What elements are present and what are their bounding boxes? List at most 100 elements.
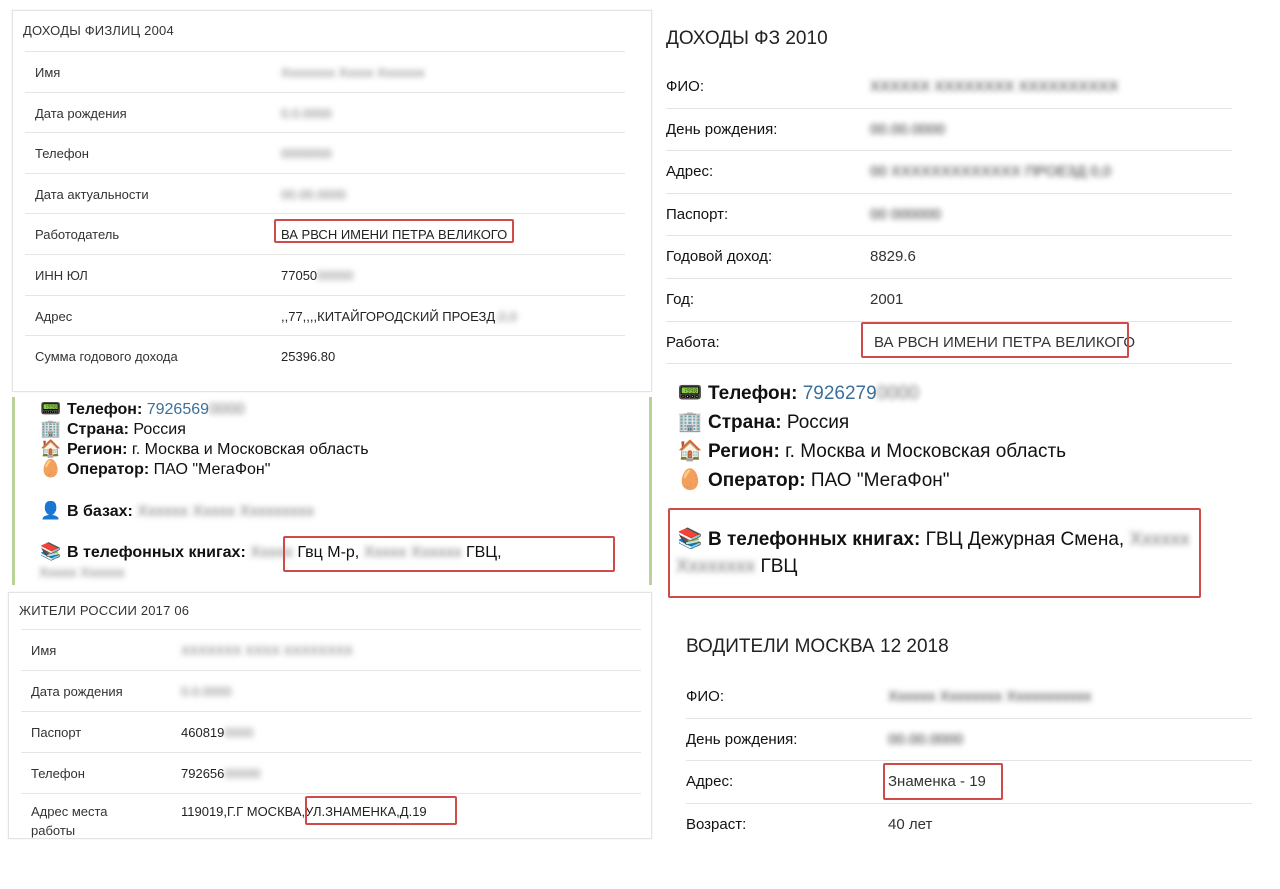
row-label: Работодатель bbox=[35, 227, 120, 243]
table-row: ФИО: Хххххх Хххххххх Ххххххххххх bbox=[686, 676, 1252, 719]
table-row: День рождения: 00.00.0000 bbox=[686, 719, 1252, 761]
work-address-highlight bbox=[305, 796, 457, 825]
redacted-value: 00 000000 bbox=[870, 205, 941, 223]
section-title: ДОХОДЫ ФЗ 2010 bbox=[666, 28, 828, 49]
table-row: Телефон 0000000 bbox=[25, 132, 625, 173]
row-value: 25396.80 bbox=[281, 349, 336, 365]
phonebooks-highlight bbox=[283, 536, 615, 572]
table-row: Годовой доход: 8829.6 bbox=[666, 236, 1232, 279]
panel-title: ДОХОДЫ ФИЗЛИЦ 2004 bbox=[23, 23, 174, 38]
address-highlight bbox=[883, 763, 1003, 800]
table-row: Возраст: 40 лет bbox=[686, 804, 1252, 846]
table-row: Дата рождения 0.0.0000 bbox=[21, 670, 641, 711]
phone-line: 📟 Телефон: 79262790000 bbox=[676, 380, 919, 405]
pager-icon: 📟 bbox=[677, 382, 703, 404]
phone-link[interactable]: 7926569 bbox=[147, 401, 209, 418]
table-row: Имя Хххххххх Ххххх Ххххххх bbox=[25, 51, 625, 92]
table-row: День рождения: 00.00.0000 bbox=[666, 109, 1232, 152]
incomes-2004-table: Имя Хххххххх Ххххх Ххххххх Дата рождения… bbox=[25, 51, 625, 376]
phone-link[interactable]: 7926279 bbox=[803, 383, 877, 404]
operator-label: Оператор: bbox=[708, 470, 806, 491]
country-value: Россия bbox=[133, 421, 186, 438]
row-value: Хххххххх Ххххх Ххххххх bbox=[281, 65, 425, 80]
value-text: 792656 bbox=[181, 766, 225, 781]
redacted-value: 0000 bbox=[224, 725, 254, 740]
redacted-name: Ххххх Хххххх bbox=[39, 564, 125, 580]
row-label: ИНН ЮЛ bbox=[35, 267, 88, 283]
redacted-value: 00.00.0000 bbox=[281, 186, 347, 202]
drivers-2018-table: ФИО: Хххххх Хххххххх Ххххххххххх День ро… bbox=[686, 676, 1252, 845]
row-value: ,,77,,,,КИТАЙГОРОДСКИЙ ПРОЕЗД,0,0 bbox=[281, 309, 517, 324]
country-value: Россия bbox=[786, 412, 850, 433]
egg-icon: 🥚 bbox=[40, 459, 62, 478]
redacted-value: 00.00.0000 bbox=[888, 730, 964, 748]
redacted-phone: 0000 bbox=[209, 401, 245, 418]
redacted-value: 0.0.0000 bbox=[281, 105, 332, 121]
house-icon: 🏠 bbox=[677, 440, 703, 462]
row-label: День рождения: bbox=[686, 730, 798, 748]
row-label: Адрес bbox=[35, 308, 73, 324]
row-label: ФИО: bbox=[666, 78, 705, 95]
redacted-value: 0.0.0000 bbox=[181, 684, 232, 699]
table-row: Имя ХХХХХХХ ХХХХ ХХХХХХХХ bbox=[21, 629, 641, 670]
section-title: ВОДИТЕЛИ МОСКВА 12 2018 bbox=[686, 636, 949, 657]
buildings-icon: 🏢 bbox=[40, 419, 62, 438]
region-label: Регион: bbox=[67, 441, 128, 458]
row-label: Телефон bbox=[35, 146, 89, 162]
redacted-value: 00000 bbox=[224, 766, 261, 781]
panel-title: ЖИТЕЛИ РОССИИ 2017 06 bbox=[19, 603, 190, 618]
row-label: Дата рождения bbox=[35, 105, 127, 121]
redacted-phone: 0000 bbox=[876, 383, 919, 404]
row-value: 00.00.0000 bbox=[281, 187, 346, 202]
redacted-value: 00 ХХХХХХХХХХХХХ ПРОЕЗД 0,0 bbox=[870, 163, 1112, 181]
row-value: 79265600000 bbox=[181, 766, 261, 781]
country-label: Страна: bbox=[708, 412, 782, 433]
row-label: Паспорт: bbox=[666, 205, 729, 223]
phone-label: Телефон: bbox=[708, 383, 798, 404]
table-row: Сумма годового дохода 25396.80 bbox=[25, 335, 625, 376]
operator-line: 🥚 Оператор: ПАО "МегаФон" bbox=[39, 459, 270, 479]
redacted-value: Хххххх Хххххххх Ххххххххххх bbox=[888, 688, 1092, 705]
row-label: Годовой доход: bbox=[666, 248, 773, 266]
work-highlight bbox=[861, 322, 1129, 358]
table-row: Телефон 79265600000 bbox=[21, 752, 641, 793]
phonebooks-highlight-right bbox=[668, 508, 1201, 598]
buildings-icon: 🏢 bbox=[677, 411, 703, 433]
incomes-2010-table: ФИО: ХХХХХХ ХХХХХХХХ ХХХХХХХХХХ День рож… bbox=[666, 66, 1232, 365]
table-row: ФИО: ХХХХХХ ХХХХХХХХ ХХХХХХХХХХ bbox=[666, 66, 1232, 109]
table-row: Дата актуальности 00.00.0000 bbox=[25, 172, 625, 214]
row-value: 4608190000 bbox=[181, 725, 253, 740]
redacted-value: 00000 bbox=[317, 267, 354, 283]
table-row: Паспорт 4608190000 bbox=[21, 711, 641, 752]
row-label: Адрес: bbox=[666, 163, 714, 181]
table-row: Год: 2001 bbox=[666, 279, 1232, 322]
region-line: 🏠 Регион: г. Москва и Московская область bbox=[676, 438, 1067, 463]
redacted-value: Хххххххх Ххххх Ххххххх bbox=[281, 65, 425, 80]
operator-label: Оператор: bbox=[67, 461, 150, 478]
value-text: 77050 bbox=[281, 267, 318, 283]
bases-line: 👤 В базах: Хххххх Ххххх Ххххххххх bbox=[39, 501, 314, 521]
row-label: Дата рождения bbox=[31, 684, 123, 699]
row-label: Дата актуальности bbox=[35, 186, 149, 202]
redacted-value: ,0,0 bbox=[495, 308, 517, 324]
row-value: 0.0.0000 bbox=[181, 684, 232, 699]
country-line: 🏢 Страна: Россия bbox=[676, 409, 850, 434]
region-line: 🏠 Регион: г. Москва и Московская область bbox=[39, 439, 368, 459]
incomes-2004-panel: ДОХОДЫ ФИЗЛИЦ 2004 Имя Хххххххх Ххххх Хх… bbox=[12, 10, 652, 392]
operator-line: 🥚 Оператор: ПАО "МегаФон" bbox=[676, 467, 950, 492]
value-text: ,,77,,,,КИТАЙГОРОДСКИЙ ПРОЕЗД bbox=[281, 308, 496, 324]
row-value: 0.0.0000 bbox=[281, 106, 332, 121]
row-value: 7705000000 bbox=[281, 268, 353, 283]
row-label: Имя bbox=[31, 643, 57, 658]
redacted-value: 00.00.0000 bbox=[870, 120, 946, 138]
region-label: Регион: bbox=[708, 441, 780, 462]
row-label: Адрес места работы bbox=[31, 804, 108, 838]
row-label: Адрес: bbox=[686, 773, 734, 790]
redacted-value: 0000000 bbox=[281, 146, 332, 162]
egg-icon: 🥚 bbox=[677, 469, 703, 491]
bases-label: В базах: bbox=[67, 503, 133, 520]
value-text: 460819 bbox=[181, 725, 225, 740]
redacted-value: ХХХХХХ ХХХХХХХХ ХХХХХХХХХХ bbox=[870, 78, 1119, 95]
phone-line: 📟 Телефон: 79265690000 bbox=[39, 399, 245, 419]
pager-icon: 📟 bbox=[40, 399, 62, 418]
